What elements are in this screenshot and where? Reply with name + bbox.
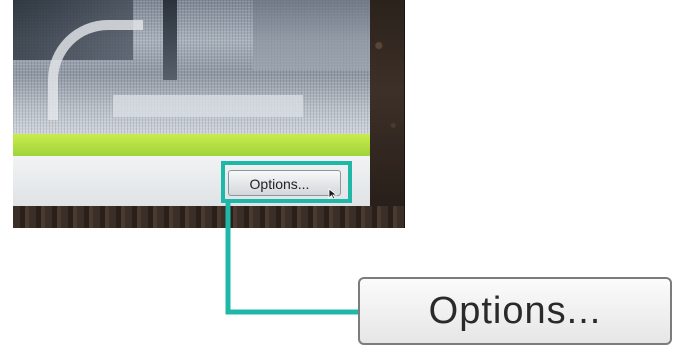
- preview-image: [13, 0, 370, 134]
- preview-image-post: [163, 0, 177, 80]
- highlight-box: [221, 161, 352, 203]
- preview-image-highlight: [113, 95, 303, 117]
- monitor-bezel: [368, 0, 404, 228]
- progress-green-bar: [13, 134, 370, 156]
- preview-image-region: [253, 0, 370, 70]
- options-button-zoomed[interactable]: Options...: [358, 277, 672, 345]
- monitor-bezel-bottom: [13, 206, 404, 228]
